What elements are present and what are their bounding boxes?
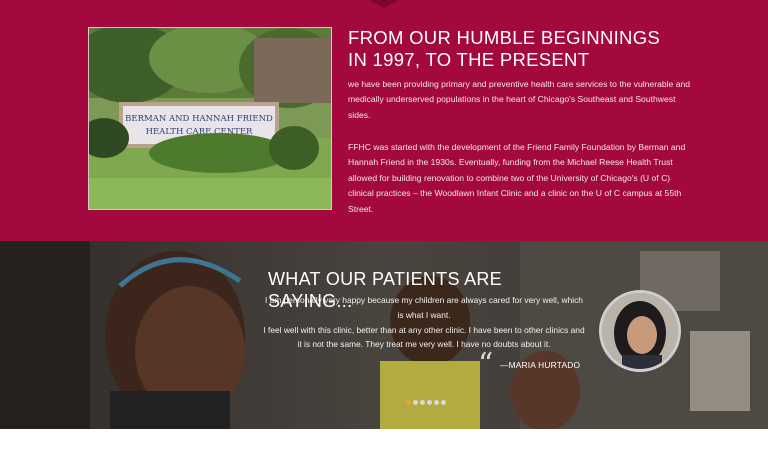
- about-paragraph-1: we have been providing primary and preve…: [348, 79, 691, 120]
- quote-mark-icon: “: [478, 347, 494, 382]
- page-bottom-area: [0, 429, 768, 455]
- testimonial-author: —MARIA HURTADO: [500, 360, 581, 370]
- testimonial-quote-line2: I feel well with this clinic, better tha…: [263, 324, 585, 350]
- pagination-dot-3[interactable]: [420, 400, 425, 405]
- pagination-dot-4[interactable]: [427, 400, 432, 405]
- testimonial-quote: I am personally very happy because my ch…: [262, 293, 586, 352]
- pagination-dot-5[interactable]: [434, 400, 439, 405]
- pagination-dot-6[interactable]: [441, 400, 446, 405]
- pagination-dot-1[interactable]: [406, 400, 411, 405]
- avatar-portrait: [602, 293, 678, 369]
- about-title-line2: IN 1997, TO THE PRESENT: [348, 49, 590, 70]
- about-paragraph-2: FFHC was started with the development of…: [348, 142, 686, 214]
- clinic-sign-photo: BERMAN AND HANNAH FRIEND HEALTH CARE CEN…: [88, 27, 332, 210]
- testimonial-quote-line1: I am personally very happy because my ch…: [265, 295, 583, 320]
- testimonial-pagination: [406, 400, 446, 405]
- testimonial-avatar: [599, 290, 681, 372]
- pagination-dot-2[interactable]: [413, 400, 418, 405]
- section-notch: [369, 0, 399, 8]
- sign-text-line1: BERMAN AND HANNAH FRIEND: [125, 114, 273, 124]
- about-section: BERMAN AND HANNAH FRIEND HEALTH CARE CEN…: [0, 0, 768, 241]
- about-title-line1: FROM OUR HUMBLE BEGINNINGS: [348, 27, 661, 48]
- clinic-sign-illustration: BERMAN AND HANNAH FRIEND HEALTH CARE CEN…: [89, 28, 331, 209]
- about-title: FROM OUR HUMBLE BEGINNINGS IN 1997, TO T…: [348, 27, 678, 71]
